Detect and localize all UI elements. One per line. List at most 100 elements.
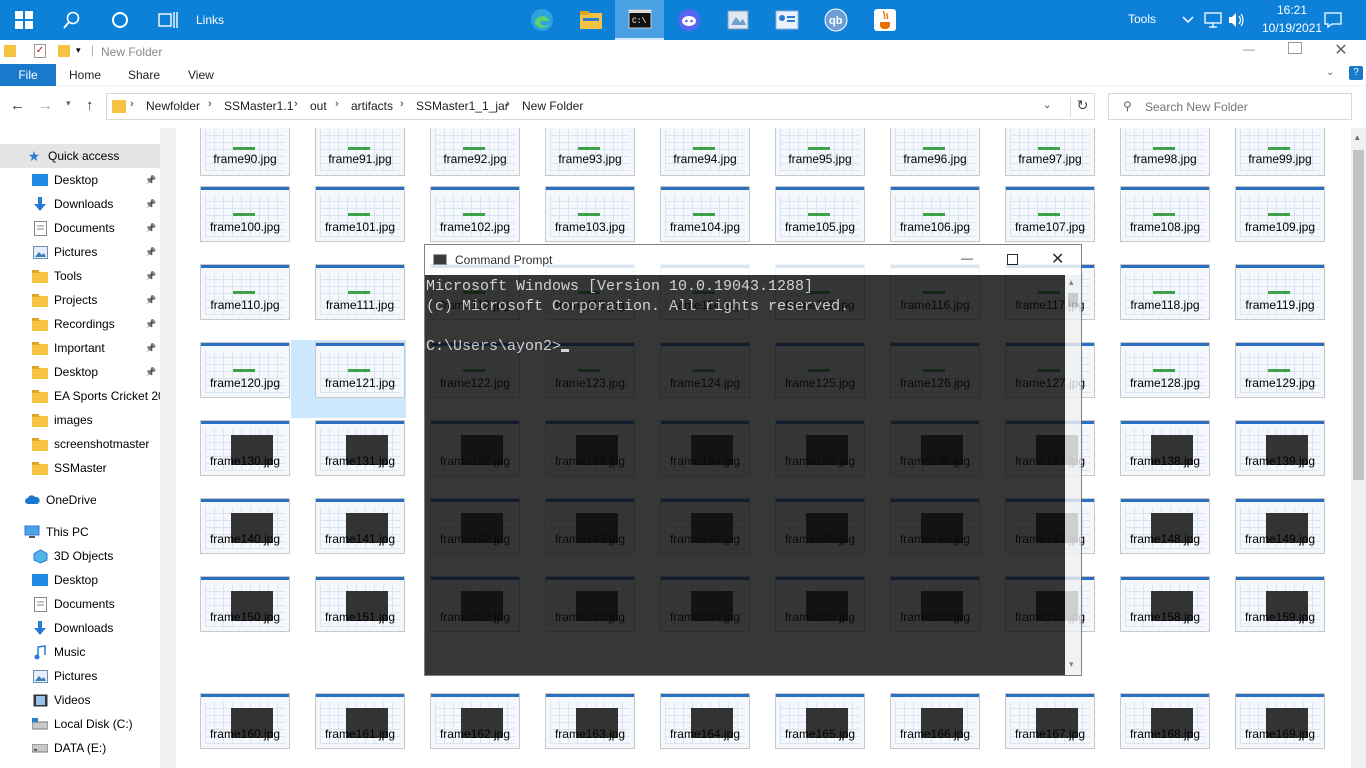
breadcrumb-artifacts[interactable]: artifacts bbox=[351, 99, 393, 113]
pin-icon[interactable]: 📌 bbox=[145, 271, 156, 282]
nav-scrollbar[interactable] bbox=[160, 128, 176, 768]
file-item[interactable]: frame130.jpg bbox=[176, 418, 291, 496]
breadcrumb-chevron-icon[interactable]: › bbox=[208, 98, 212, 110]
cmd-title-bar[interactable]: Command Prompt — ✕ bbox=[425, 245, 1081, 275]
nav-item[interactable]: Videos bbox=[0, 688, 160, 712]
file-item[interactable]: frame165.jpg bbox=[751, 691, 866, 768]
notification-icon[interactable] bbox=[1322, 0, 1344, 40]
breadcrumb-ssmaster[interactable]: SSMaster1.1 bbox=[224, 99, 293, 113]
nav-item[interactable]: Downloads 📌 bbox=[0, 192, 160, 216]
scroll-up-icon[interactable]: ▴ bbox=[1069, 277, 1074, 288]
file-explorer-icon[interactable] bbox=[566, 0, 615, 40]
file-item[interactable]: frame108.jpg bbox=[1096, 184, 1211, 262]
breadcrumb-newfolder[interactable]: Newfolder bbox=[146, 99, 200, 113]
chevron-up-icon[interactable] bbox=[1180, 0, 1196, 40]
file-item[interactable]: frame151.jpg bbox=[291, 574, 406, 652]
breadcrumb-jar[interactable]: SSMaster1_1_jar bbox=[416, 99, 509, 113]
up-icon[interactable]: ↑ bbox=[86, 97, 94, 114]
nav-item[interactable]: Downloads bbox=[0, 616, 160, 640]
file-item[interactable]: frame129.jpg bbox=[1211, 340, 1326, 418]
nav-item[interactable]: screenshotmaster bbox=[0, 432, 160, 456]
search-box[interactable]: ⚲ bbox=[1108, 93, 1352, 120]
network-icon[interactable] bbox=[1203, 0, 1223, 40]
file-item[interactable]: frame128.jpg bbox=[1096, 340, 1211, 418]
pin-icon[interactable]: 📌 bbox=[145, 295, 156, 306]
nav-item[interactable]: Local Disk (C:) bbox=[0, 712, 160, 736]
qbittorrent-icon[interactable]: qb bbox=[811, 0, 860, 40]
discord-icon[interactable] bbox=[664, 0, 713, 40]
file-item[interactable]: frame167.jpg bbox=[981, 691, 1096, 768]
nav-item[interactable]: Documents bbox=[0, 592, 160, 616]
new-folder-icon[interactable] bbox=[58, 45, 70, 57]
file-item[interactable]: frame110.jpg bbox=[176, 262, 291, 340]
nav-item[interactable]: Documents 📌 bbox=[0, 216, 160, 240]
clock-date[interactable]: 10/19/2021 bbox=[1259, 21, 1325, 35]
nav-onedrive[interactable]: OneDrive bbox=[0, 488, 160, 512]
file-item[interactable]: frame121.jpg bbox=[291, 340, 406, 418]
task-view-icon[interactable] bbox=[152, 0, 184, 40]
forward-icon[interactable]: → bbox=[38, 97, 53, 114]
file-item[interactable]: frame100.jpg bbox=[176, 184, 291, 262]
file-item[interactable]: frame150.jpg bbox=[176, 574, 291, 652]
expand-ribbon-icon[interactable]: ⌄ bbox=[1326, 67, 1334, 78]
volume-icon[interactable] bbox=[1226, 0, 1246, 40]
nav-item[interactable]: Tools 📌 bbox=[0, 264, 160, 288]
search-input[interactable] bbox=[1145, 98, 1345, 115]
file-item[interactable]: frame163.jpg bbox=[521, 691, 636, 768]
file-item[interactable]: frame138.jpg bbox=[1096, 418, 1211, 496]
refresh-icon[interactable]: ↻ bbox=[1070, 97, 1094, 117]
nav-item[interactable]: Recordings 📌 bbox=[0, 312, 160, 336]
close-button[interactable]: ✕ bbox=[1330, 40, 1352, 60]
file-item[interactable]: frame140.jpg bbox=[176, 496, 291, 574]
breadcrumb-out[interactable]: out bbox=[310, 99, 327, 113]
address-dropdown-icon[interactable]: ⌄ bbox=[1043, 100, 1051, 111]
tab-view[interactable]: View bbox=[188, 64, 214, 86]
file-item[interactable]: frame148.jpg bbox=[1096, 496, 1211, 574]
nav-item[interactable]: images bbox=[0, 408, 160, 432]
file-item[interactable]: frame139.jpg bbox=[1211, 418, 1326, 496]
content-scrollbar[interactable]: ▴ bbox=[1351, 128, 1366, 768]
command-prompt-icon[interactable]: C:\ bbox=[615, 0, 664, 40]
file-item[interactable]: frame111.jpg bbox=[291, 262, 406, 340]
pin-icon[interactable]: 📌 bbox=[145, 223, 156, 234]
file-item[interactable]: frame131.jpg bbox=[291, 418, 406, 496]
tab-home[interactable]: Home bbox=[69, 64, 101, 86]
file-item[interactable]: frame162.jpg bbox=[406, 691, 521, 768]
scroll-up-icon[interactable]: ▴ bbox=[1355, 132, 1360, 143]
nav-item[interactable]: Desktop 📌 bbox=[0, 168, 160, 192]
file-item[interactable]: frame166.jpg bbox=[866, 691, 981, 768]
file-item[interactable]: frame141.jpg bbox=[291, 496, 406, 574]
nav-item[interactable]: Important 📌 bbox=[0, 336, 160, 360]
pin-icon[interactable]: 📌 bbox=[145, 247, 156, 258]
file-item[interactable]: frame168.jpg bbox=[1096, 691, 1211, 768]
file-item[interactable]: frame164.jpg bbox=[636, 691, 751, 768]
file-item[interactable]: frame101.jpg bbox=[291, 184, 406, 262]
pin-icon[interactable]: 📌 bbox=[145, 343, 156, 354]
breadcrumb-chevron-icon[interactable]: › bbox=[130, 98, 134, 110]
file-item[interactable]: frame161.jpg bbox=[291, 691, 406, 768]
java-icon[interactable] bbox=[860, 0, 909, 40]
clock-time[interactable]: 16:21 bbox=[1267, 3, 1317, 17]
edge-icon[interactable] bbox=[517, 0, 566, 40]
recent-locations-icon[interactable]: ▾ bbox=[66, 98, 71, 109]
breadcrumb-chevron-icon[interactable]: › bbox=[335, 98, 339, 110]
file-item[interactable]: frame149.jpg bbox=[1211, 496, 1326, 574]
back-icon[interactable]: ← bbox=[10, 97, 25, 114]
file-item[interactable]: frame169.jpg bbox=[1211, 691, 1326, 768]
nav-item[interactable]: 3D Objects bbox=[0, 544, 160, 568]
nav-item[interactable]: Desktop bbox=[0, 568, 160, 592]
breadcrumb-chevron-icon[interactable]: › bbox=[294, 98, 298, 110]
nav-this-pc[interactable]: This PC bbox=[0, 520, 160, 544]
search-icon[interactable] bbox=[56, 0, 88, 40]
links-toolbar-label[interactable]: Links bbox=[196, 13, 224, 27]
file-item[interactable]: frame118.jpg bbox=[1096, 262, 1211, 340]
pin-icon[interactable]: 📌 bbox=[145, 367, 156, 378]
nav-item[interactable]: EA Sports Cricket 2007 bbox=[0, 384, 160, 408]
nav-item[interactable]: DATA (E:) bbox=[0, 736, 160, 760]
file-item[interactable]: frame159.jpg bbox=[1211, 574, 1326, 652]
breadcrumb-chevron-icon[interactable]: › bbox=[506, 98, 510, 110]
windows-start-icon[interactable] bbox=[8, 0, 40, 40]
nav-item[interactable]: Projects 📌 bbox=[0, 288, 160, 312]
pin-icon[interactable]: 📌 bbox=[145, 319, 156, 330]
nav-item[interactable]: Music bbox=[0, 640, 160, 664]
